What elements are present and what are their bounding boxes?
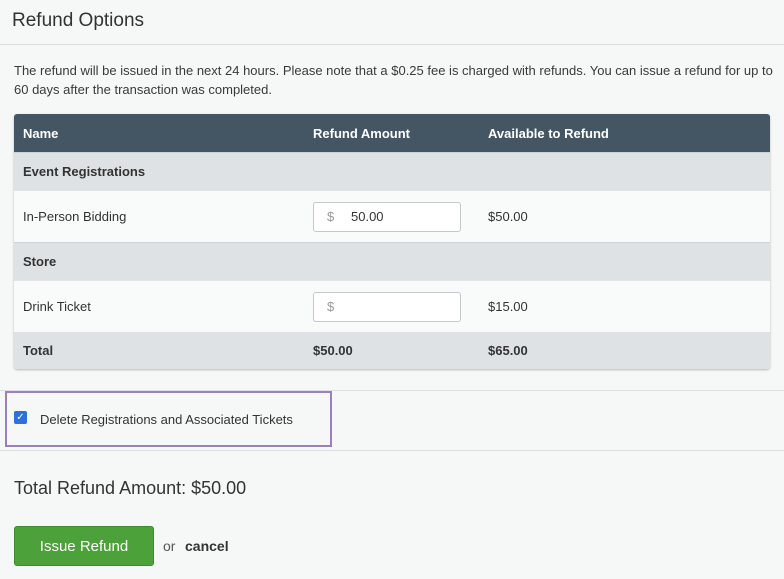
table-row: In-Person Bidding $ 50.00 $50.00 (14, 190, 770, 242)
section-row-store: Store (14, 242, 770, 280)
column-header-available: Available to Refund (488, 125, 609, 141)
section-row-event-registrations: Event Registrations (14, 152, 770, 190)
column-header-refund-amount: Refund Amount (313, 125, 410, 141)
table-row: Drink Ticket $ $15.00 (14, 280, 770, 332)
refund-amount-input[interactable]: $ 50.00 (313, 201, 461, 232)
cancel-link[interactable]: cancel (185, 538, 229, 554)
delete-registrations-label[interactable]: Delete Registrations and Associated Tick… (40, 412, 293, 427)
refund-table: Name Refund Amount Available to Refund E… (14, 114, 770, 369)
total-label: Total (23, 343, 54, 358)
issue-refund-button[interactable]: Issue Refund (14, 526, 154, 566)
table-header-row: Name Refund Amount Available to Refund (14, 114, 770, 152)
dollar-icon: $ (327, 299, 335, 314)
total-available: $65.00 (488, 343, 528, 358)
refund-amount-value: 50.00 (351, 209, 384, 224)
section-label: Store (23, 254, 57, 269)
divider (0, 450, 784, 451)
item-name: In-Person Bidding (23, 209, 127, 224)
section-label: Event Registrations (23, 164, 146, 179)
column-header-name: Name (23, 125, 59, 141)
total-refund-amount: Total Refund Amount: $50.00 (14, 478, 247, 498)
checkmark-icon: ✓ (16, 412, 25, 423)
total-refund: $50.00 (313, 343, 353, 358)
delete-registrations-checkbox[interactable]: ✓ (14, 411, 27, 424)
page-header: Refund Options (0, 0, 784, 45)
total-row: Total $50.00 $65.00 (14, 332, 770, 369)
or-text: or (163, 538, 176, 554)
page-title: Refund Options (12, 10, 145, 31)
dollar-icon: $ (327, 209, 335, 224)
item-name: Drink Ticket (23, 299, 91, 314)
refund-amount-input[interactable]: $ (313, 291, 461, 322)
refund-info-text: The refund will be issued in the next 24… (14, 63, 773, 97)
available-amount: $50.00 (488, 209, 528, 224)
available-amount: $15.00 (488, 299, 528, 314)
